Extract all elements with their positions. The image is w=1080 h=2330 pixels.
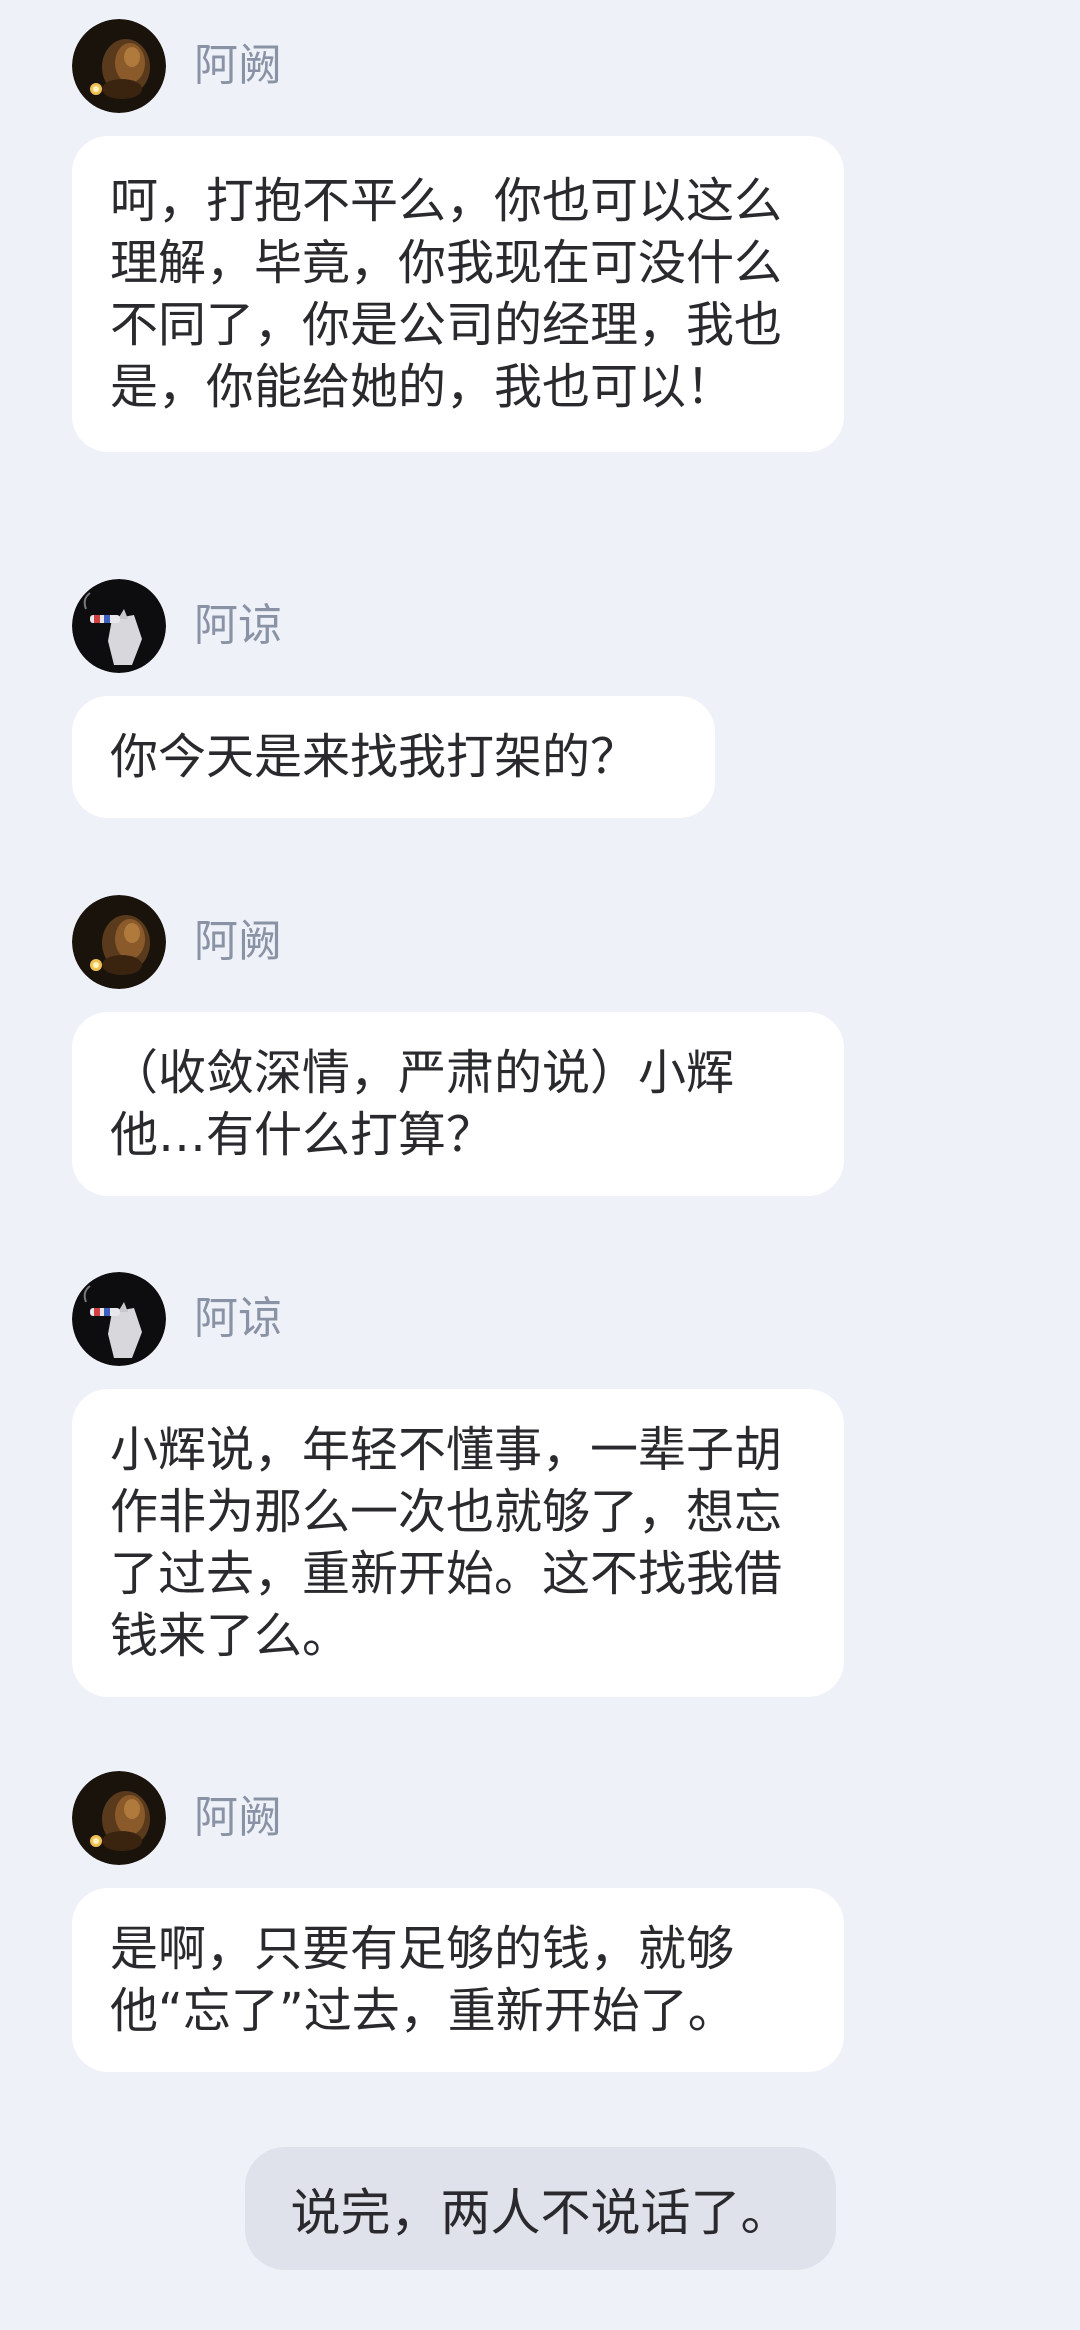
chat-thread: 阿阙 呵，打抱不平么，你也可以这么理解，毕竟，你我现在可没什么不同了，你是公司的…	[0, 0, 1080, 2330]
message-header: 阿谅	[72, 1271, 844, 1367]
sender-name: 阿谅	[194, 1293, 282, 1344]
message-header: 阿谅	[72, 578, 715, 674]
sender-name: 阿阙	[194, 1792, 282, 1843]
candle-portrait-avatar-icon[interactable]	[72, 19, 166, 113]
message-item: 阿阙 （收敛深情，严肃的说）小辉他…有什么打算？	[72, 894, 844, 1196]
message-header: 阿阙	[72, 1770, 844, 1866]
sender-name: 阿阙	[194, 40, 282, 91]
message-bubble[interactable]: 呵，打抱不平么，你也可以这么理解，毕竟，你我现在可没什么不同了，你是公司的经理，…	[72, 136, 844, 452]
message-item: 阿阙 呵，打抱不平么，你也可以这么理解，毕竟，你我现在可没什么不同了，你是公司的…	[72, 18, 844, 452]
message-header: 阿阙	[72, 18, 844, 114]
message-header: 阿阙	[72, 894, 844, 990]
hand-cigarette-avatar-icon[interactable]	[72, 1272, 166, 1366]
candle-portrait-avatar-icon[interactable]	[72, 895, 166, 989]
message-bubble[interactable]: 是啊，只要有足够的钱，就够他“忘了”过去，重新开始了。	[72, 1888, 844, 2072]
sender-name: 阿谅	[194, 600, 282, 651]
message-item: 阿谅 你今天是来找我打架的？	[72, 578, 715, 818]
message-bubble[interactable]: 你今天是来找我打架的？	[72, 696, 715, 818]
message-bubble[interactable]: （收敛深情，严肃的说）小辉他…有什么打算？	[72, 1012, 844, 1196]
message-item: 阿阙 是啊，只要有足够的钱，就够他“忘了”过去，重新开始了。	[72, 1770, 844, 2072]
message-bubble[interactable]: 小辉说，年轻不懂事，一辈子胡作非为那么一次也就够了，想忘了过去，重新开始。这不找…	[72, 1389, 844, 1697]
sender-name: 阿阙	[194, 916, 282, 967]
candle-portrait-avatar-icon[interactable]	[72, 1771, 166, 1865]
narration-bubble[interactable]: 说完，两人不说话了。	[245, 2147, 836, 2270]
message-item: 阿谅 小辉说，年轻不懂事，一辈子胡作非为那么一次也就够了，想忘了过去，重新开始。…	[72, 1271, 844, 1697]
hand-cigarette-avatar-icon[interactable]	[72, 579, 166, 673]
